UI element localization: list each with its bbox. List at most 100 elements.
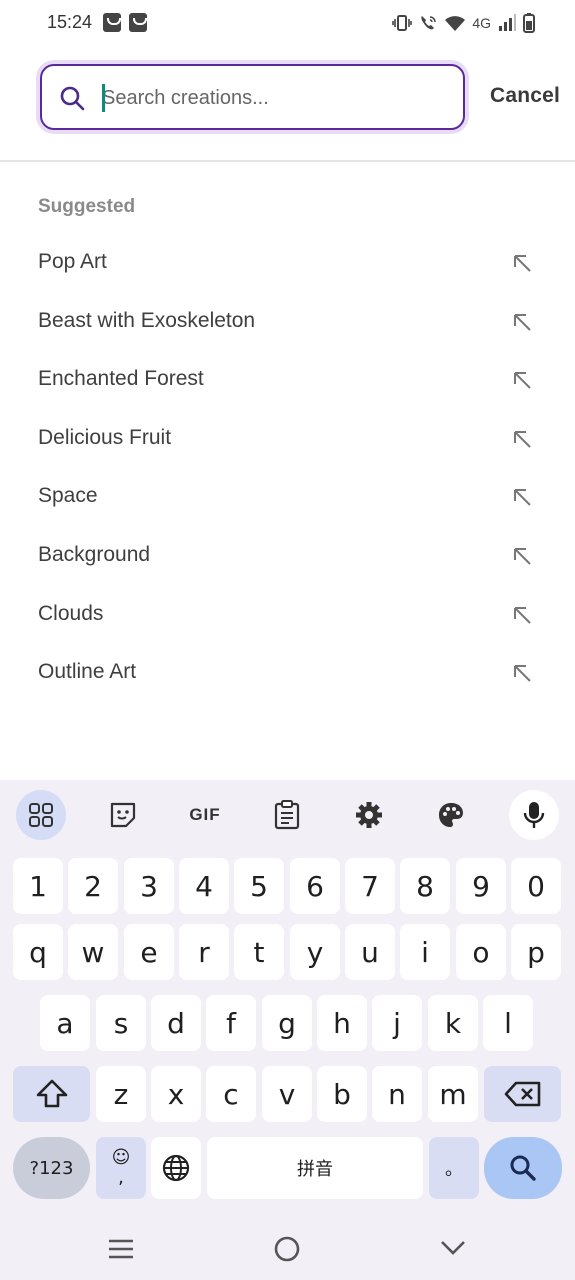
voice-input-button[interactable] (509, 790, 559, 840)
suggestion-item[interactable]: Pop Art (0, 234, 575, 293)
space-key[interactable]: 拼音 (207, 1137, 423, 1199)
backspace-key[interactable] (484, 1066, 561, 1122)
key-q[interactable]: q (13, 924, 63, 980)
key-x[interactable]: x (151, 1066, 201, 1122)
fill-query-arrow-icon[interactable] (512, 253, 532, 273)
palette-icon (439, 803, 463, 827)
key-l[interactable]: l (483, 995, 533, 1051)
key-b[interactable]: b (317, 1066, 367, 1122)
signal-icon (499, 14, 516, 31)
suggestion-label: Background (38, 542, 151, 566)
key-v[interactable]: v (262, 1066, 312, 1122)
key-2[interactable]: 2 (68, 858, 118, 914)
home-icon[interactable] (273, 1235, 301, 1263)
fill-query-arrow-icon[interactable] (512, 370, 532, 390)
suggestion-label: Delicious Fruit (38, 425, 172, 449)
vibrate-icon (392, 15, 413, 31)
fill-query-arrow-icon[interactable] (512, 487, 532, 507)
fill-query-arrow-icon[interactable] (512, 312, 532, 332)
backspace-icon (504, 1081, 540, 1107)
fill-query-arrow-icon[interactable] (512, 605, 532, 625)
search-icon (60, 86, 85, 111)
suggested-heading: Suggested (38, 196, 136, 217)
suggestion-label: Clouds (38, 601, 104, 625)
keyboard-toolbar: GIF (0, 780, 575, 848)
language-key[interactable] (151, 1137, 201, 1199)
header-divider (0, 160, 575, 162)
key-p[interactable]: p (511, 924, 561, 980)
key-n[interactable]: n (372, 1066, 422, 1122)
sticker-button[interactable] (98, 790, 148, 840)
apps-grid-button[interactable] (16, 790, 66, 840)
text-cursor (102, 84, 105, 112)
status-bar: 15:24 4G (0, 0, 575, 46)
clipboard-icon (274, 800, 300, 830)
theme-button[interactable] (426, 790, 476, 840)
key-3[interactable]: 3 (124, 858, 174, 914)
key-u[interactable]: u (345, 924, 395, 980)
back-icon[interactable] (440, 1238, 466, 1258)
key-j[interactable]: j (372, 995, 422, 1051)
emoji-comma-key[interactable]: ☺ , (96, 1137, 146, 1199)
search-action-key[interactable] (484, 1137, 562, 1199)
fill-query-arrow-icon[interactable] (512, 546, 532, 566)
period-key[interactable]: 。 (429, 1137, 479, 1199)
settings-button[interactable] (344, 790, 394, 840)
suggestion-item[interactable]: Background (0, 527, 575, 586)
key-6[interactable]: 6 (290, 858, 340, 914)
key-h[interactable]: h (317, 995, 367, 1051)
key-k[interactable]: k (428, 995, 478, 1051)
key-9[interactable]: 9 (456, 858, 506, 914)
search-input[interactable] (102, 78, 452, 118)
gif-button[interactable]: GIF (180, 790, 230, 840)
search-field[interactable] (40, 64, 465, 130)
fill-query-arrow-icon[interactable] (512, 663, 532, 683)
suggestion-item[interactable]: Clouds (0, 586, 575, 645)
fill-query-arrow-icon[interactable] (512, 429, 532, 449)
key-m[interactable]: m (428, 1066, 478, 1122)
suggestion-item[interactable]: Enchanted Forest (0, 351, 575, 410)
key-z[interactable]: z (96, 1066, 146, 1122)
key-d[interactable]: d (151, 995, 201, 1051)
key-o[interactable]: o (456, 924, 506, 980)
suggestion-label: Enchanted Forest (38, 367, 204, 391)
suggestion-label: Outline Art (38, 660, 137, 684)
apps-grid-icon (29, 803, 53, 827)
key-t[interactable]: t (234, 924, 284, 980)
shift-key[interactable] (13, 1066, 90, 1122)
symbols-key[interactable]: ?123 (13, 1137, 90, 1199)
notification-bag-icon (103, 13, 121, 32)
suggestion-item[interactable]: Outline Art (0, 644, 575, 703)
clipboard-button[interactable] (262, 790, 312, 840)
key-7[interactable]: 7 (345, 858, 395, 914)
keyboard: GIF 1 2 3 4 5 6 7 8 9 0 q w e r t y u i … (0, 780, 575, 1280)
key-r[interactable]: r (179, 924, 229, 980)
wifi-calling-icon (421, 16, 437, 30)
navigation-bar (0, 1218, 575, 1280)
key-5[interactable]: 5 (234, 858, 284, 914)
key-f[interactable]: f (206, 995, 256, 1051)
suggestion-label: Beast with Exoskeleton (38, 308, 256, 332)
key-a[interactable]: a (40, 995, 90, 1051)
recent-apps-icon[interactable] (107, 1238, 135, 1260)
gif-icon: GIF (189, 805, 221, 824)
key-e[interactable]: e (124, 924, 174, 980)
suggestion-item[interactable]: Beast with Exoskeleton (0, 293, 575, 352)
key-8[interactable]: 8 (400, 858, 450, 914)
key-y[interactable]: y (290, 924, 340, 980)
key-s[interactable]: s (96, 995, 146, 1051)
key-4[interactable]: 4 (179, 858, 229, 914)
suggestion-item[interactable]: Space (0, 468, 575, 527)
key-w[interactable]: w (68, 924, 118, 980)
cancel-button[interactable]: Cancel (490, 84, 560, 108)
key-1[interactable]: 1 (13, 858, 63, 914)
microphone-icon (523, 802, 545, 828)
suggestion-label: Pop Art (38, 250, 107, 273)
key-c[interactable]: c (206, 1066, 256, 1122)
wifi-icon (445, 16, 466, 31)
shift-arrow-icon (36, 1079, 67, 1108)
key-g[interactable]: g (262, 995, 312, 1051)
suggestion-item[interactable]: Delicious Fruit (0, 410, 575, 469)
key-i[interactable]: i (400, 924, 450, 980)
key-0[interactable]: 0 (511, 858, 561, 914)
